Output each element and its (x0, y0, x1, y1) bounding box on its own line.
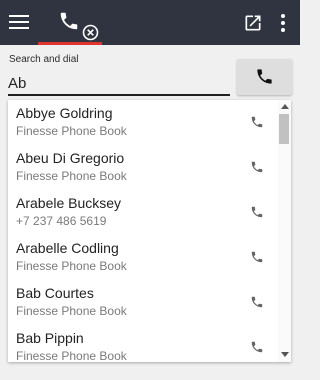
hamburger-icon[interactable] (9, 13, 29, 31)
phone-icon[interactable] (250, 205, 264, 219)
list-item[interactable]: Arabele Bucksey +7 237 486 5619 (8, 190, 278, 235)
open-in-new-icon[interactable] (243, 13, 263, 33)
close-circle-icon (82, 24, 99, 41)
contact-detail: Finesse Phone Book (16, 304, 127, 318)
phone-icon (257, 69, 272, 84)
scroll-up-arrow-icon[interactable] (281, 104, 289, 109)
contact-detail: Finesse Phone Book (16, 259, 127, 273)
contact-name: Arabelle Codling (16, 240, 119, 256)
more-vertical-icon[interactable] (276, 12, 290, 34)
tab-phone[interactable] (38, 0, 102, 45)
top-bar (0, 0, 300, 45)
contact-name: Abbye Goldring (16, 105, 113, 121)
phone-icon (60, 12, 78, 30)
contact-detail: Finesse Phone Book (16, 349, 127, 362)
scrollbar[interactable] (278, 100, 291, 362)
results-list: Abbye Goldring Finesse Phone Book Abeu D… (8, 100, 291, 362)
dial-button[interactable] (237, 59, 292, 95)
phone-icon[interactable] (250, 160, 264, 174)
contact-detail: Finesse Phone Book (16, 124, 127, 138)
contact-detail: Finesse Phone Book (16, 169, 127, 183)
contact-name: Abeu Di Gregorio (16, 150, 125, 166)
contact-name: Arabele Bucksey (16, 195, 122, 211)
search-label: Search and dial (9, 54, 79, 65)
active-tab-indicator (38, 42, 102, 45)
scrollbar-thumb[interactable] (279, 114, 289, 144)
phone-icon[interactable] (250, 250, 264, 264)
phone-icon[interactable] (250, 340, 264, 354)
contact-name: Bab Courtes (16, 285, 94, 301)
contact-name: Bab Pippin (16, 330, 84, 346)
phone-icon[interactable] (250, 115, 264, 129)
list-item[interactable]: Bab Pippin Finesse Phone Book (8, 325, 278, 362)
list-item[interactable]: Bab Courtes Finesse Phone Book (8, 280, 278, 325)
list-item[interactable]: Abbye Goldring Finesse Phone Book (8, 100, 278, 145)
search-input[interactable] (8, 72, 230, 96)
contact-detail: +7 237 486 5619 (16, 214, 107, 228)
scroll-down-arrow-icon[interactable] (281, 352, 289, 357)
phone-icon[interactable] (250, 295, 264, 309)
list-item[interactable]: Abeu Di Gregorio Finesse Phone Book (8, 145, 278, 190)
list-item[interactable]: Arabelle Codling Finesse Phone Book (8, 235, 278, 280)
